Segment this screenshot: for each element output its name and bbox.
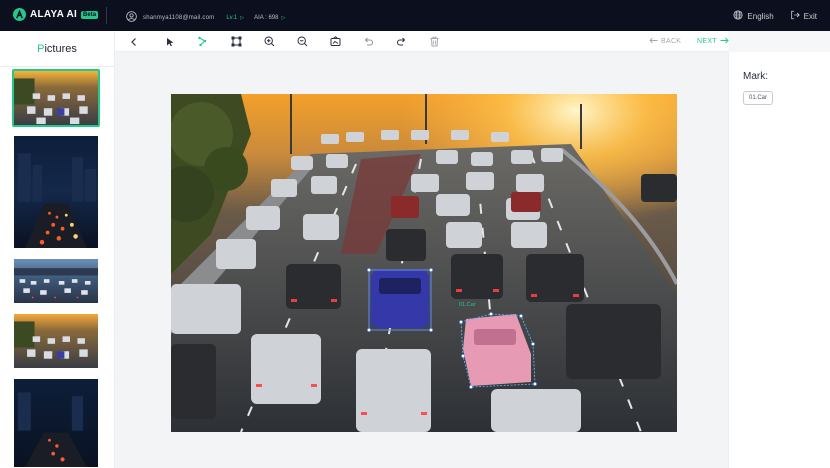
thumbnail[interactable] — [12, 257, 100, 305]
undo-icon[interactable] — [361, 34, 376, 49]
header-actions: English Exit — [717, 10, 817, 22]
thumbnail-selected[interactable] — [12, 69, 100, 127]
thumbnail[interactable] — [12, 377, 100, 468]
user-level-text: Lv.1 — [226, 15, 238, 21]
pictures-panel: Pictures — [0, 31, 115, 468]
user-email: shanmya1108@mail.com — [143, 15, 215, 21]
aia-arrow-icon: ▷ — [281, 15, 286, 21]
top-navigation-bar: ALAYA AI Beta shanmya1108@mail.com Lv.1 ▷… — [0, 0, 830, 31]
fit-image-icon[interactable] — [328, 34, 343, 49]
language-switch[interactable]: English — [733, 10, 774, 22]
annotation-image[interactable]: 01.Car — [171, 94, 677, 432]
language-label: English — [747, 11, 774, 21]
exit-icon — [790, 10, 800, 22]
pictures-title-initial: P — [37, 42, 45, 55]
exit-label: Exit — [803, 11, 817, 21]
pointer-icon[interactable] — [162, 34, 177, 49]
level-arrow-icon: ▷ — [240, 15, 245, 21]
thumbnail-image — [14, 136, 98, 248]
pictures-title: Pictures — [0, 31, 114, 67]
header-divider — [106, 7, 107, 24]
back-button[interactable]: BACK — [649, 37, 681, 46]
user-level[interactable]: Lv.1 ▷ — [226, 15, 244, 21]
arrow-right-icon — [720, 37, 729, 46]
back-label: BACK — [661, 38, 682, 45]
user-info[interactable]: shanmya1108@mail.com Lv.1 ▷ AIA : 698 ▷ — [126, 9, 285, 27]
thumbnail-image — [14, 314, 98, 368]
annotation-label: 01.Car — [459, 302, 476, 308]
back-arrow-icon[interactable] — [126, 34, 141, 49]
next-label: NEXT — [697, 38, 717, 45]
bounding-box-icon[interactable] — [229, 34, 244, 49]
trash-icon[interactable] — [427, 34, 442, 49]
mark-tag-car[interactable]: 01.Car — [743, 91, 774, 105]
thumbnail-image — [14, 379, 98, 467]
pictures-title-rest: ictures — [44, 42, 77, 55]
user-avatar-icon — [126, 9, 137, 27]
mark-panel: Mark: 01.Car — [728, 52, 830, 468]
brand-logo[interactable]: ALAYA AI Beta — [13, 8, 99, 21]
aia-balance-text: AIA : 698 — [254, 15, 279, 21]
globe-icon — [733, 10, 743, 22]
exit-button[interactable]: Exit — [790, 10, 817, 22]
annotation-canvas: 01.Car — [115, 52, 728, 468]
brand-name: ALAYA AI — [30, 9, 78, 20]
brand-badge: Beta — [81, 10, 99, 19]
logo-icon — [13, 8, 26, 21]
thumbnail-image — [14, 71, 98, 125]
thumbnail-image — [14, 259, 98, 303]
mark-title: Mark: — [743, 71, 768, 82]
polygon-tool-icon[interactable] — [195, 34, 210, 49]
thumbnail[interactable] — [12, 134, 100, 250]
next-button[interactable]: NEXT — [697, 37, 729, 46]
thumbnail[interactable] — [12, 312, 100, 370]
arrow-left-icon — [649, 37, 658, 46]
zoom-in-icon[interactable] — [262, 34, 277, 49]
thumbnail-list — [12, 69, 102, 468]
zoom-out-icon[interactable] — [295, 34, 310, 49]
traffic-photo: 01.Car — [171, 94, 677, 432]
annotation-toolbar: BACK NEXT — [115, 31, 729, 52]
redo-icon[interactable] — [394, 34, 409, 49]
aia-balance[interactable]: AIA : 698 ▷ — [254, 15, 285, 21]
